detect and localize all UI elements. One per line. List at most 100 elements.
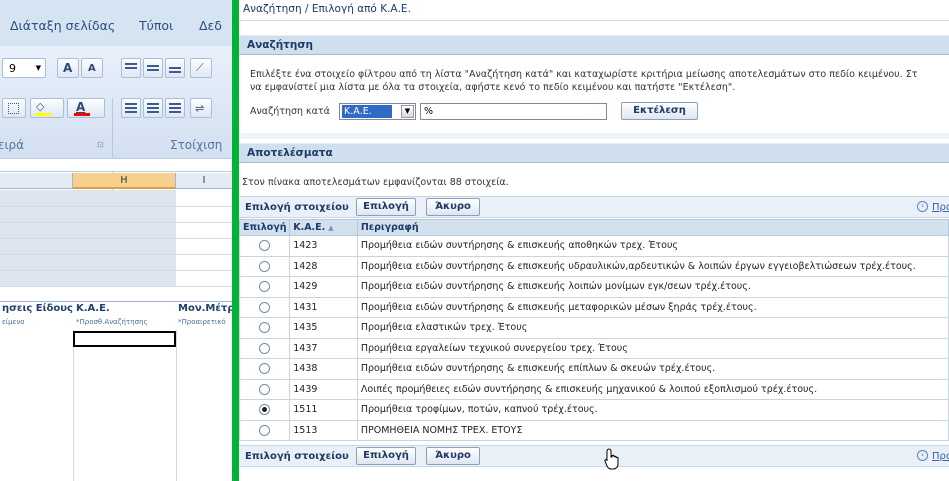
hand-cursor-icon	[604, 448, 619, 470]
tab-formulas[interactable]: Τύποι	[139, 18, 173, 33]
previous-link[interactable]: Προ	[932, 451, 949, 462]
section-gap	[239, 133, 949, 139]
orientation-button[interactable]: ⟋	[190, 58, 212, 78]
grow-font-button[interactable]: A	[57, 58, 79, 78]
sort-ascending-icon[interactable]: ▲	[328, 224, 333, 232]
row-radio[interactable]	[259, 383, 271, 395]
wrap-text-button[interactable]: ⇌	[190, 98, 212, 118]
popup-title: Αναζήτηση / Επιλογή από Κ.Α.Ε.	[243, 3, 411, 15]
table-row[interactable]: 1435 Προμήθεια ελαστικών τρεχ. Έτους	[239, 317, 949, 339]
align-top-button[interactable]	[121, 58, 141, 78]
select-cell	[239, 255, 291, 277]
active-cell[interactable]	[73, 331, 176, 347]
row-radio[interactable]	[259, 240, 271, 252]
excel-sub-mon: *Προαιρετικό	[178, 318, 226, 326]
kae-code-cell: 1513	[289, 419, 358, 441]
select-cell	[239, 235, 291, 257]
paint-bucket-icon: ◇	[36, 100, 45, 113]
previous-icon[interactable]: ‹	[917, 201, 928, 212]
cancel-button[interactable]: Άκυρο	[426, 198, 480, 216]
grid-line	[0, 206, 232, 207]
description-cell: Προμήθεια ειδών συντήρησης & επισκευής μ…	[356, 296, 949, 318]
align-middle-button[interactable]	[143, 58, 163, 78]
grid-line	[0, 286, 232, 287]
formula-bar[interactable]	[0, 158, 232, 172]
kae-code-cell: 1439	[289, 378, 358, 400]
row-radio[interactable]	[259, 260, 271, 272]
cancel-button[interactable]: Άκυρο	[426, 447, 480, 465]
search-instruction-2: να εμφανίστεί μια λίστα με όλα τα στοιχε…	[250, 82, 736, 93]
grid-line	[0, 270, 232, 271]
ribbon-tab-bar: Διάταξη σελίδας Τύποι Δεδ	[0, 0, 232, 46]
grid-vline	[176, 330, 177, 481]
results-header-label: Αποτελέσματα	[247, 147, 333, 159]
chevron-down-icon[interactable]: ▼	[401, 105, 414, 118]
font-color-button[interactable]: A	[67, 98, 105, 118]
column-header-h[interactable]: H	[73, 173, 176, 189]
description-cell: Προμήθεια ελαστικών τρεχ. Έτους	[356, 317, 949, 339]
align-right-icon	[169, 103, 181, 105]
search-by-label: Αναζήτηση κατά	[250, 106, 330, 117]
select-button[interactable]: Επιλογή	[356, 198, 416, 216]
font-color-icon: A	[76, 100, 86, 114]
select-button[interactable]: Επιλογή	[356, 447, 416, 465]
ribbon: 9 ▼ A A ⟋ ◇ A ⇌ ειρά ⊡ Στοίχιση	[0, 46, 232, 200]
header-underline	[239, 162, 949, 163]
select-item-label: Επιλογή στοιχείου	[245, 451, 349, 462]
kae-code-cell: 1511	[289, 399, 358, 421]
select-cell	[239, 378, 291, 400]
table-row[interactable]: 1438 Προμήθεια ειδών συντήρησης & επισκευ…	[239, 358, 949, 380]
select-item-label: Επιλογή στοιχείου	[245, 202, 349, 213]
results-body: 1423 Προμήθεια ειδών συντήρησης & επισκευ…	[239, 235, 949, 441]
description-cell: Προμήθεια ειδών συντήρησης & επισκευής υ…	[356, 255, 949, 277]
table-row[interactable]: 1439 Λοιπές προμήθειες ειδών συντήρησης &…	[239, 378, 949, 400]
align-center-button[interactable]	[143, 98, 163, 118]
table-row[interactable]: 1428 Προμήθεια ειδών συντήρησης & επισκευ…	[239, 255, 949, 277]
align-bottom-button[interactable]	[165, 58, 185, 78]
row-radio[interactable]	[259, 404, 271, 416]
row-radio[interactable]	[259, 363, 271, 375]
align-left-icon	[125, 103, 137, 105]
fill-color-button[interactable]: ◇	[30, 98, 64, 118]
excel-header-kae: Κ.Α.Ε.	[76, 303, 110, 314]
grid-line	[0, 238, 232, 239]
previous-icon[interactable]: ‹	[917, 450, 928, 461]
column-header-i[interactable]: I	[176, 173, 232, 189]
dialog-launcher-icon[interactable]: ⊡	[97, 140, 104, 149]
shrink-font-icon: A	[88, 63, 96, 74]
tab-data[interactable]: Δεδ	[199, 18, 222, 33]
column-header-kae[interactable]: Κ.Α.Ε. ▲	[289, 219, 358, 236]
table-row[interactable]: 1513 ΠΡΟΜΗΘΕΙΑ ΝΟΜΗΣ ΤΡΕΧ. ΕΤΟΥΣ	[239, 419, 949, 441]
search-by-select[interactable]: Κ.Α.Ε. ▼	[339, 103, 416, 120]
table-row[interactable]: 1423 Προμήθεια ειδών συντήρησης & επισκευ…	[239, 235, 949, 257]
row-radio[interactable]	[259, 281, 271, 293]
previous-link[interactable]: Προ	[932, 202, 949, 213]
borders-button[interactable]	[2, 98, 26, 118]
column-header-kae-label: Κ.Α.Ε.	[293, 222, 326, 233]
search-by-value: Κ.Α.Ε.	[342, 105, 392, 118]
select-cell	[239, 337, 291, 359]
tab-page-layout[interactable]: Διάταξη σελίδας	[10, 18, 115, 33]
description-cell: Προμήθεια εργαλείων τεχνικού συνεργείου …	[356, 337, 949, 359]
table-row[interactable]: 1437 Προμήθεια εργαλείων τεχνικού συνεργε…	[239, 337, 949, 359]
font-size-select[interactable]: 9 ▼	[2, 58, 46, 78]
selection-bar-top: Επιλογή στοιχείου Επιλογή Άκυρο ‹ Προ	[239, 196, 949, 218]
table-row[interactable]: 1429 Προμήθεια ειδών συντήρησης & επισκευ…	[239, 276, 949, 298]
row-radio[interactable]	[259, 342, 271, 354]
row-radio[interactable]	[259, 424, 271, 436]
font-size-value: 9	[9, 62, 16, 75]
align-left-button[interactable]	[121, 98, 141, 118]
shrink-font-button[interactable]: A	[81, 58, 103, 78]
align-right-button[interactable]	[165, 98, 185, 118]
table-row[interactable]: 1511 Προμήθεια τροφίμων, ποτών, καπνού τρ…	[239, 399, 949, 421]
search-input[interactable]: %	[420, 103, 607, 120]
font-color-swatch	[74, 113, 90, 116]
row-radio[interactable]	[259, 322, 271, 334]
row-radio[interactable]	[259, 301, 271, 313]
column-header-g[interactable]	[0, 173, 73, 189]
go-button[interactable]: Εκτέλεση	[621, 102, 698, 120]
column-header-description: Περιγραφή	[356, 219, 949, 236]
excel-sub-eidous: είμενο	[2, 318, 25, 326]
select-cell	[239, 399, 291, 421]
table-row[interactable]: 1431 Προμήθεια ειδών συντήρησης & επισκευ…	[239, 296, 949, 318]
